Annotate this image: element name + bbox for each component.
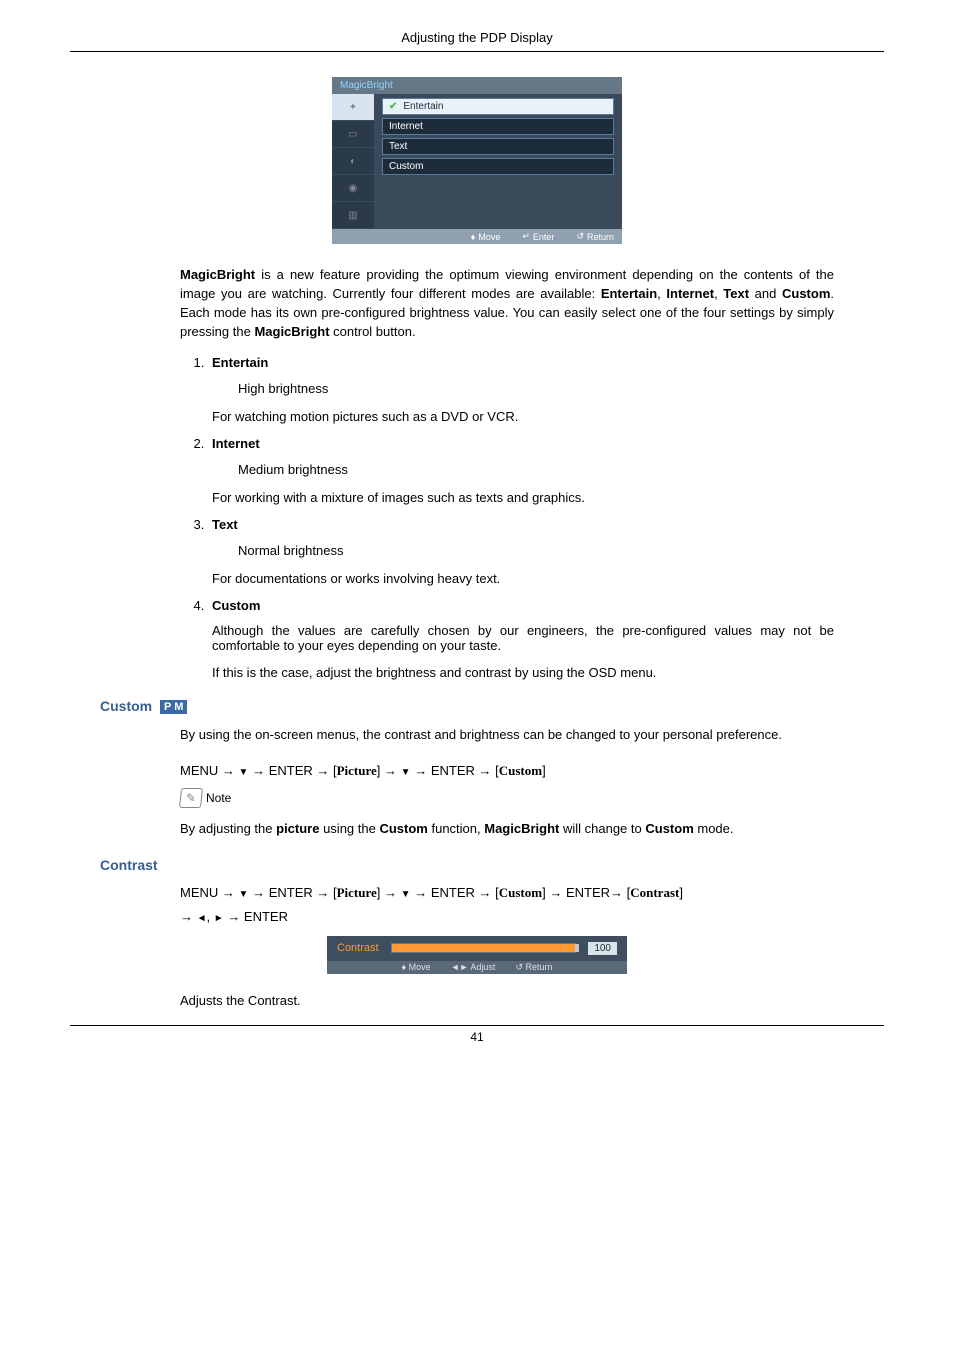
osd-nav: ✦ ▭ ◐ ◉ ▥	[332, 94, 374, 229]
mode-sub: High brightness	[238, 380, 784, 399]
osd-footer: ♦ Move ↵ Enter ↺ Return	[332, 229, 622, 244]
osd-hint-return: ↺ Return	[515, 962, 552, 973]
mode-desc: For working with a mixture of images suc…	[212, 490, 834, 505]
section-contrast: Contrast	[100, 857, 884, 873]
mode-sub: Medium brightness	[238, 461, 784, 480]
osd-option-label: Internet	[389, 121, 423, 132]
osd-nav-item: ◉	[332, 175, 374, 202]
osd-hint-move: ♦ Move	[471, 231, 501, 242]
osd-hint-move: ♦ Move	[401, 962, 430, 973]
note-icon: ✎	[179, 788, 203, 808]
mode-desc2: If this is the case, adjust the brightne…	[212, 665, 834, 680]
contrast-menu-path: MENU → → ENTER → [Picture] → → ENTER → […	[180, 881, 834, 930]
mode-name: Entertain	[212, 355, 834, 370]
osd-nav-item: ▥	[332, 202, 374, 229]
contrast-footer: ♦ Move ◄► Adjust ↺ Return	[327, 961, 627, 974]
osd-hint-adjust: ◄► Adjust	[451, 962, 496, 973]
osd-option-label: Entertain	[403, 101, 443, 112]
mode-desc: Although the values are carefully chosen…	[212, 623, 834, 653]
mode-sub: Normal brightness	[238, 542, 784, 561]
contrast-body: Adjusts the Contrast.	[180, 992, 834, 1011]
osd-hint-return: ↺ Return	[576, 231, 614, 242]
osd-nav-item: ◐	[332, 148, 374, 175]
page-number: 41	[70, 1025, 884, 1044]
list-item: Text Normal brightness For documentation…	[208, 517, 834, 586]
custom-note-text: By adjusting the picture using the Custo…	[180, 820, 834, 839]
osd-option-internet: Internet	[382, 118, 614, 135]
mode-list: Entertain High brightness For watching m…	[180, 355, 834, 680]
osd-option-custom: Custom	[382, 158, 614, 175]
osd-option-entertain: ✔ Entertain	[382, 98, 614, 115]
note-label: Note	[206, 791, 231, 805]
osd-nav-item: ▭	[332, 121, 374, 148]
osd-option-label: Text	[389, 141, 407, 152]
mode-name: Internet	[212, 436, 834, 451]
mode-desc: For watching motion pictures such as a D…	[212, 409, 834, 424]
list-item: Custom Although the values are carefully…	[208, 598, 834, 680]
custom-body: By using the on-screen menus, the contra…	[180, 726, 834, 745]
osd-menu: MagicBright ✦ ▭ ◐ ◉ ▥ ✔ Entertain Intern…	[332, 77, 622, 244]
list-item: Entertain High brightness For watching m…	[208, 355, 834, 424]
osd-option-text: Text	[382, 138, 614, 155]
intro-paragraph: MagicBright is a new feature providing t…	[180, 266, 834, 341]
custom-menu-path: MENU → → ENTER → [Picture] → → ENTER → […	[180, 759, 834, 784]
osd-nav-item: ✦	[332, 94, 374, 121]
contrast-slider	[391, 943, 577, 953]
check-icon: ✔	[389, 101, 397, 112]
osd-hint-enter: ↵ Enter	[522, 231, 554, 242]
mode-desc: For documentations or works involving he…	[212, 571, 834, 586]
list-item: Internet Medium brightness For working w…	[208, 436, 834, 505]
osd-title: MagicBright	[332, 77, 622, 94]
contrast-osd: Contrast 100 ♦ Move ◄► Adjust ↺ Return	[327, 936, 627, 974]
page-header: Adjusting the PDP Display	[70, 30, 884, 52]
contrast-value: 100	[588, 942, 617, 955]
note: ✎ Note	[180, 788, 884, 808]
mode-name: Text	[212, 517, 834, 532]
section-custom: Custom P M	[100, 698, 884, 714]
osd-option-label: Custom	[389, 161, 423, 172]
pm-badge-icon: P M	[160, 700, 187, 714]
mode-name: Custom	[212, 598, 834, 613]
contrast-label: Contrast	[337, 942, 379, 954]
